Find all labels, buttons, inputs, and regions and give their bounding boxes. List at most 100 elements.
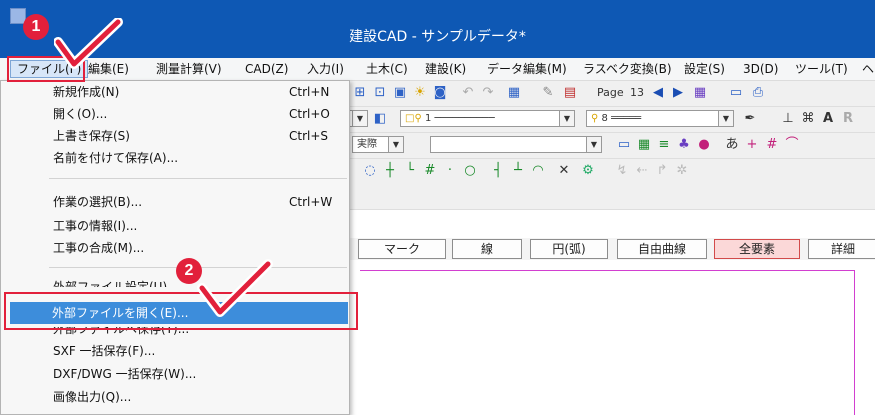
menu-help[interactable]: ヘ — [862, 60, 874, 78]
snap-corner-icon[interactable]: └ — [402, 163, 418, 179]
color-circle-icon[interactable]: ● — [696, 137, 712, 153]
snap-icon[interactable]: ▦ — [506, 85, 522, 101]
snap-center-icon[interactable]: ○ — [462, 163, 478, 179]
redo-icon[interactable]: ↷ — [480, 85, 496, 101]
menu-item-shortcut: Ctrl+S — [289, 129, 329, 143]
grid-icon[interactable]: ▦ — [636, 137, 652, 153]
tool-c-icon[interactable]: ↱ — [654, 163, 670, 179]
tool-b-icon[interactable]: ⇠ — [634, 163, 650, 179]
prev-page-icon[interactable]: ◀ — [650, 85, 666, 101]
snap-cross-icon[interactable]: ┼ — [382, 163, 398, 179]
filter-all-button[interactable]: 全要素 — [714, 239, 800, 259]
menu-item-save-as[interactable]: 名前を付けて保存(A)... — [1, 147, 349, 169]
menu-construct[interactable]: 建設(K) — [425, 60, 466, 78]
menu-tools[interactable]: ツール(T) — [795, 60, 848, 78]
menu-item-label: SXF 一括保存(F)... — [53, 344, 156, 358]
text-frame-icon[interactable]: あ — [724, 137, 740, 153]
menu-cad[interactable]: CAD(Z) — [245, 60, 288, 78]
scale-combo[interactable]: 実際 ▼ — [352, 136, 404, 153]
toolbar-standard: ⊞ ⊡ ▣ ☀ ◙ ↶ ↷ ▦ ✎ ▤ Page 13 ◀ ▶ ▦ ▭ ⎙ — [350, 81, 875, 107]
filter-freecurve-button[interactable]: 自由曲線 — [617, 239, 707, 259]
menu-input[interactable]: 入力(I) — [307, 60, 344, 78]
menu-item-label: 新規作成(N) — [53, 85, 120, 99]
menu-item-label: DXF/DWG 一括保存(W)... — [53, 367, 197, 381]
menu-item-label: 開く(O)... — [53, 107, 108, 121]
menu-item-label: 工事の情報(I)... — [53, 219, 138, 233]
table-draw-icon[interactable]: # — [764, 137, 780, 153]
menu-settings[interactable]: 設定(S) — [684, 60, 725, 78]
eyedropper-icon[interactable]: ✒ — [742, 111, 758, 127]
menu-3d[interactable]: 3D(D) — [743, 60, 778, 78]
menu-item-project-merge[interactable]: 工事の合成(M)... — [1, 237, 349, 259]
snap-perp-icon[interactable]: ┴ — [510, 163, 526, 179]
menu-item-open[interactable]: 開く(O)... Ctrl+O — [1, 103, 349, 125]
menu-item-label: 画像出力(Q)... — [53, 390, 132, 404]
snap-point-icon[interactable]: · — [442, 163, 458, 179]
layer-combo[interactable]: □⚲ 1 ────────── ▼ — [400, 110, 575, 127]
step-1-badge: 1 — [23, 14, 49, 40]
dimension-icon[interactable]: ⊥ — [780, 111, 796, 127]
line-draw-icon[interactable]: ⌒ — [784, 137, 800, 153]
menu-civil[interactable]: 土木(C) — [366, 60, 408, 78]
bulb-icon[interactable]: ☀ — [412, 85, 428, 101]
scale-value: 実際 — [357, 139, 377, 150]
menu-survey[interactable]: 測量計算(V) — [156, 60, 222, 78]
table-icon[interactable]: ▤ — [562, 85, 578, 101]
symbol-icon[interactable]: ⌘ — [800, 111, 816, 127]
menu-item-new[interactable]: 新規作成(N) Ctrl+N — [1, 81, 349, 103]
filter-line-button[interactable]: 線 — [452, 239, 522, 259]
zoom-icon[interactable]: ⊞ — [352, 85, 368, 101]
menu-item-project-info[interactable]: 工事の情報(I)... — [1, 215, 349, 237]
snap-grid-icon[interactable]: # — [422, 163, 438, 179]
snap-element-icon[interactable]: ✕ — [556, 163, 572, 179]
menu-item-label: 作業の選択(B)... — [53, 195, 143, 209]
menu-data-edit[interactable]: データ編集(M) — [487, 60, 567, 78]
menu-item-save[interactable]: 上書き保存(S) Ctrl+S — [1, 125, 349, 147]
menu-item-label: 工事の合成(M)... — [53, 241, 145, 255]
next-page-icon[interactable]: ▶ — [670, 85, 686, 101]
step-1-check-icon — [54, 18, 123, 69]
text-r-icon[interactable]: R — [840, 111, 856, 127]
menu-item-shortcut: Ctrl+N — [289, 85, 330, 99]
tool-d-icon[interactable]: ✲ — [674, 163, 690, 179]
rect-icon[interactable]: ▭ — [616, 137, 632, 153]
edit-icon[interactable]: ✎ — [540, 85, 556, 101]
menu-item-external-settings[interactable]: 外部ファイル設定(U) — [1, 273, 349, 287]
snap-mode-icon[interactable]: ⚙ — [580, 163, 596, 179]
toolbar-snap: ◌ ┼ └ # · ○ ┤ ┴ ◠ ✕ ⚙ ↯ ⇠ ↱ ✲ — [350, 159, 875, 210]
page-list-icon[interactable]: ▦ — [692, 85, 708, 101]
zoom-window-icon[interactable]: ⊡ — [372, 85, 388, 101]
hatch-icon[interactable]: ≡ — [656, 137, 672, 153]
text-a-icon[interactable]: A — [820, 111, 836, 127]
snap-circle-icon[interactable]: ◌ — [362, 163, 378, 179]
toolbar-attributes: ▼ ◧ □⚲ 1 ────────── ▼ ⚲ 8 ═════ ▼ ✒ ⊥ ⌘ … — [348, 107, 875, 133]
pen-combo[interactable]: ⚲ 8 ═════ ▼ — [586, 110, 734, 127]
color-combo[interactable]: ▼ — [348, 110, 368, 127]
menu-item-label: 外部ファイル設定(U) — [53, 280, 168, 287]
redraw-icon[interactable]: ◙ — [432, 85, 448, 101]
snap-tangent-icon[interactable]: ◠ — [530, 163, 546, 179]
layer-icon[interactable]: ◧ — [372, 111, 388, 127]
filter-detail-button[interactable]: 詳細 — [808, 239, 875, 259]
undo-icon[interactable]: ↶ — [460, 85, 476, 101]
menu-item-sxf-save[interactable]: SXF 一括保存(F)... — [1, 340, 349, 362]
sheet-icon[interactable]: ▭ — [728, 85, 744, 101]
menu-bar: ファイル(F) 編集(E) 測量計算(V) CAD(Z) 入力(I) 土木(C)… — [0, 58, 875, 81]
free-text-combo[interactable]: ▼ — [430, 136, 602, 153]
menu-raster[interactable]: ラスベク変換(B) — [583, 60, 672, 78]
menu-item-select-work[interactable]: 作業の選択(B)... Ctrl+W — [1, 191, 349, 213]
filter-arc-button[interactable]: 円(弧) — [530, 239, 608, 259]
toolbar-scale: 実際 ▼ ▼ ▭ ▦ ≡ ♣ ● あ + # ⌒ — [350, 133, 875, 159]
menu-item-label: 名前を付けて保存(A)... — [53, 151, 179, 165]
step-2-check-icon — [197, 259, 273, 317]
filter-mark-button[interactable]: マーク — [358, 239, 446, 259]
add-text-icon[interactable]: + — [744, 137, 760, 153]
figure-icon[interactable]: ♣ — [676, 137, 692, 153]
menu-item-image-export[interactable]: 画像出力(Q)... — [1, 386, 349, 408]
menu-item-shortcut: Ctrl+W — [289, 195, 333, 209]
print-icon[interactable]: ⎙ — [750, 85, 766, 101]
zoom-all-icon[interactable]: ▣ — [392, 85, 408, 101]
snap-line-icon[interactable]: ┤ — [490, 163, 506, 179]
menu-item-dxf-save[interactable]: DXF/DWG 一括保存(W)... — [1, 363, 349, 385]
tool-a-icon[interactable]: ↯ — [614, 163, 630, 179]
